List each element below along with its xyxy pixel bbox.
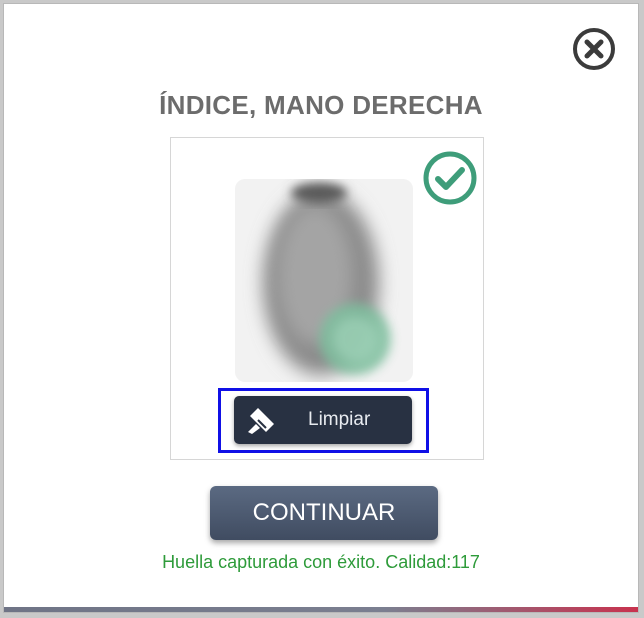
close-icon	[573, 28, 615, 70]
continue-button[interactable]: CONTINUAR	[210, 486, 438, 540]
capture-status-message: Huella capturada con éxito. Calidad:117	[162, 552, 480, 572]
fingerprint-capture-box: Limpiar	[170, 137, 484, 460]
check-circle-icon	[423, 151, 477, 205]
fingerprint-capture-dialog: ÍNDICE, MANO DERECHA Limpiar CONTINUAR H…	[3, 3, 639, 613]
dialog-title: ÍNDICE, MANO DERECHA	[159, 90, 483, 120]
dialog-bottom-strip	[4, 607, 638, 612]
clear-button-label: Limpiar	[308, 409, 371, 430]
fingerprint-image	[235, 179, 413, 382]
broom-icon	[248, 408, 274, 434]
close-button[interactable]	[570, 25, 618, 73]
clear-button[interactable]: Limpiar	[234, 396, 412, 444]
